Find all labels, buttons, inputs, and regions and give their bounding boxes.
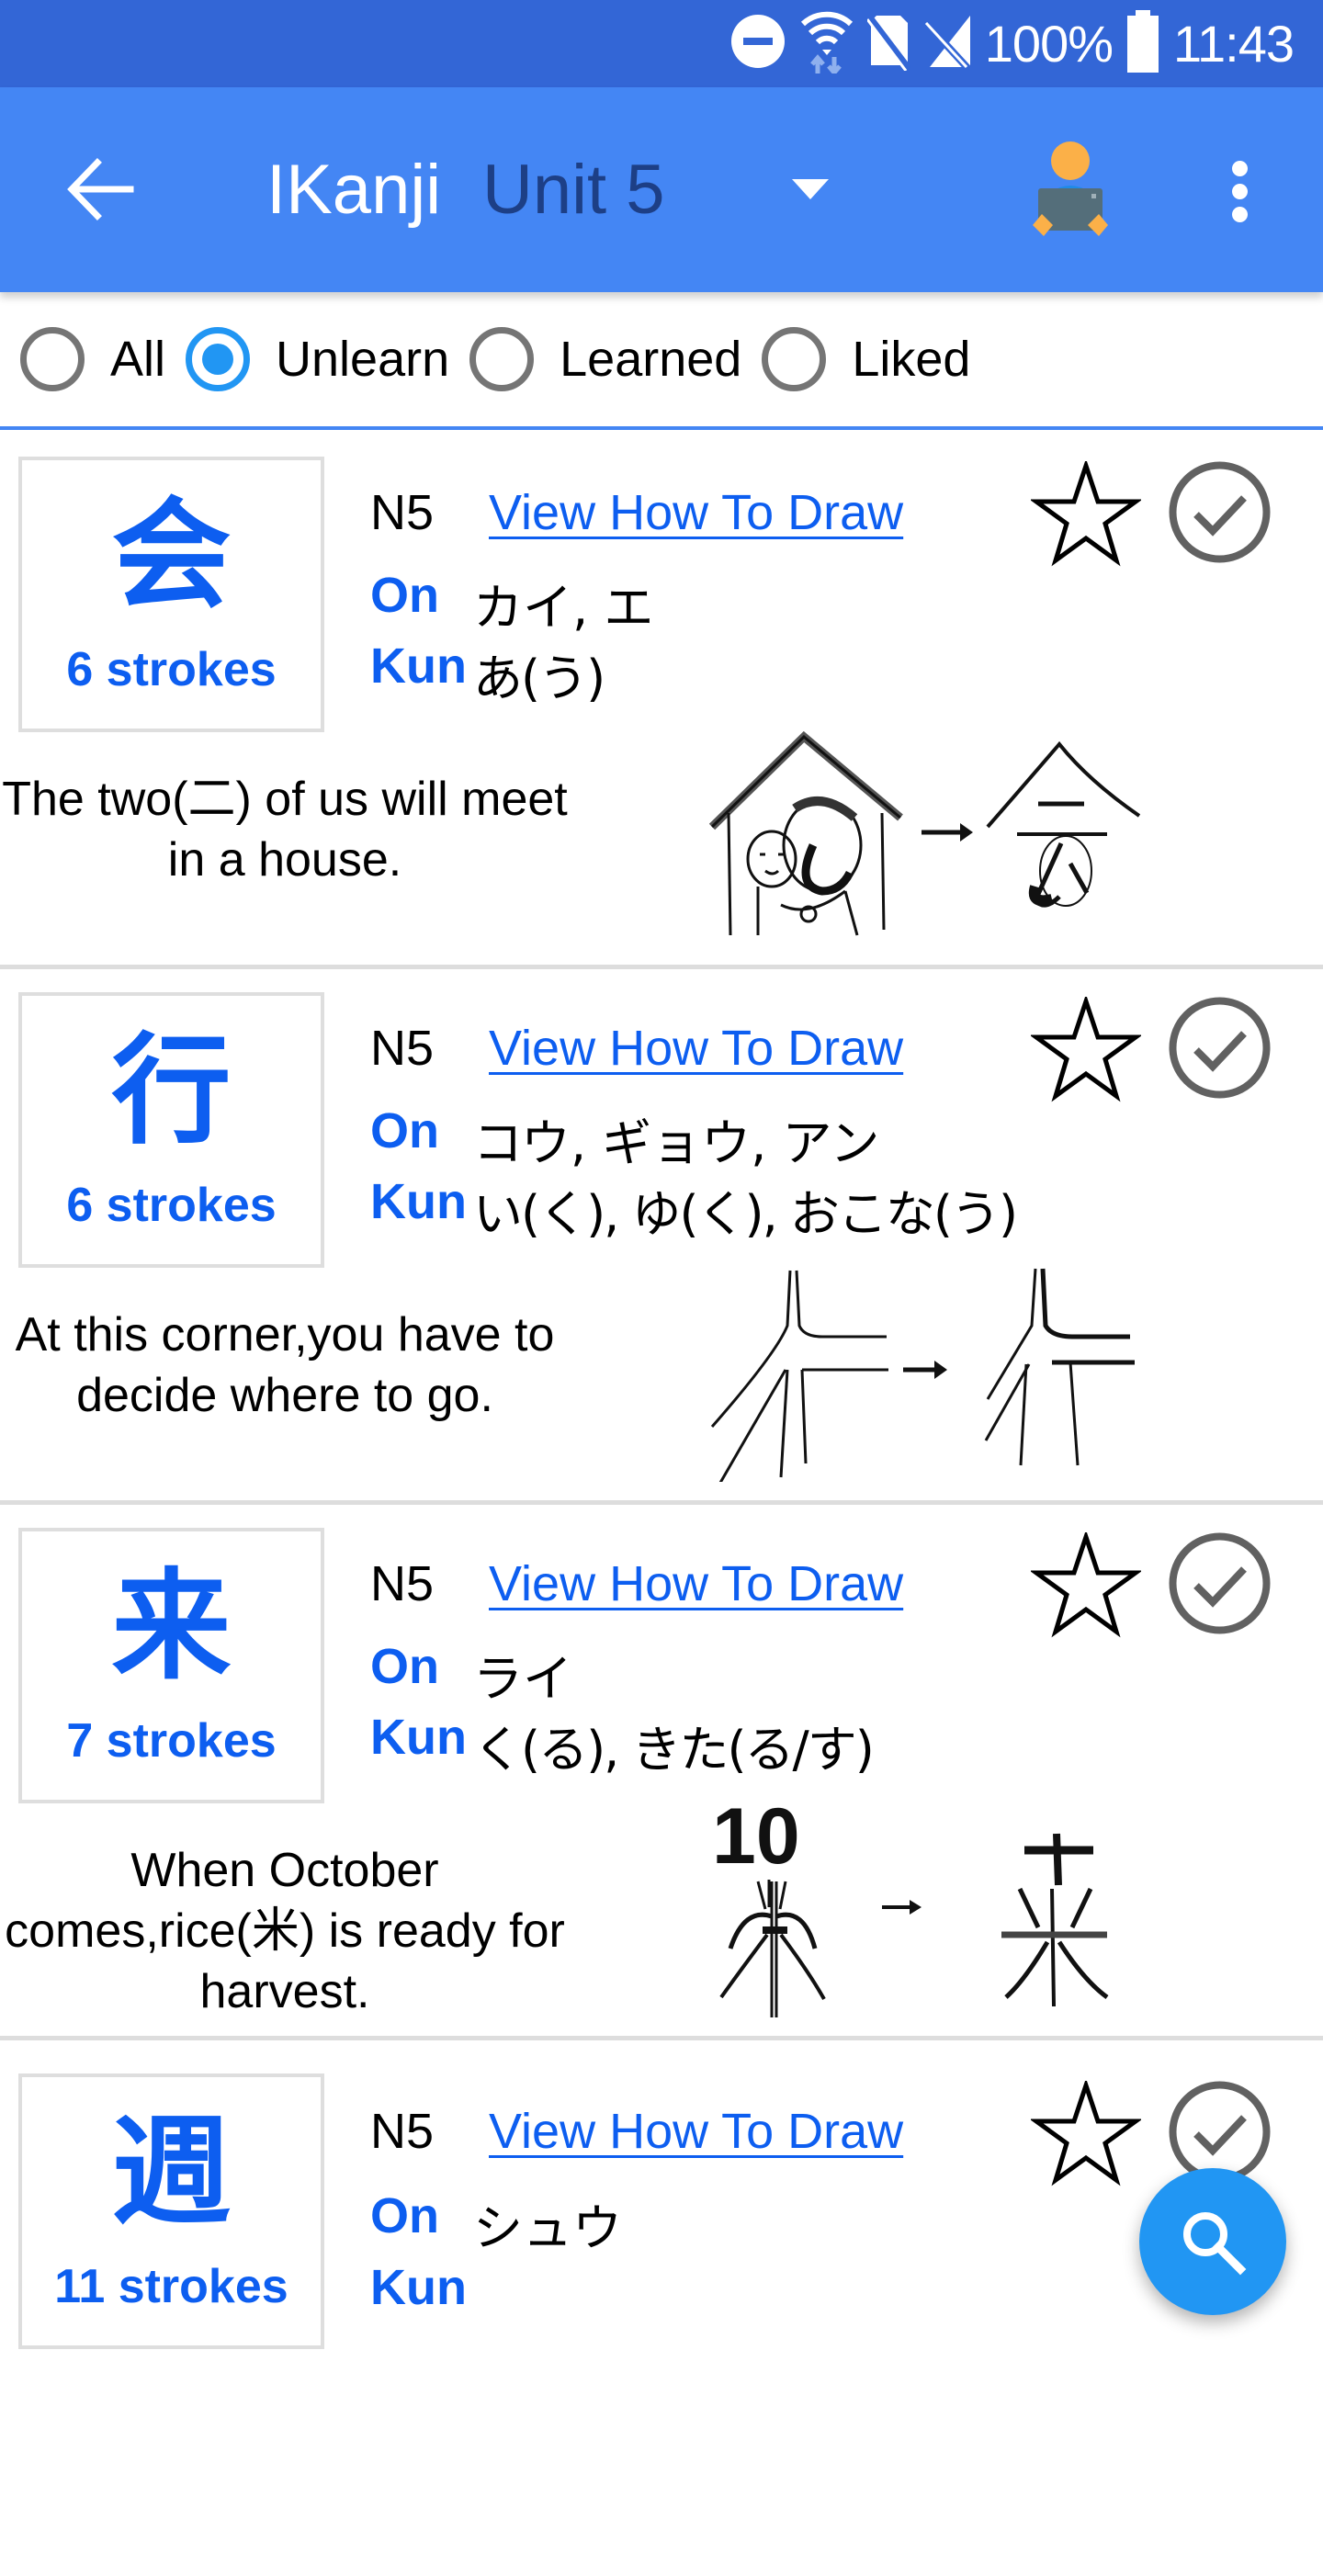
radio-label: Learned	[560, 332, 742, 387]
profile-button[interactable]	[1031, 141, 1110, 242]
filter-unlearn[interactable]: Unlearn	[186, 327, 449, 391]
like-button[interactable]	[1029, 1530, 1143, 1638]
like-button[interactable]	[1029, 458, 1143, 567]
like-button[interactable]	[1029, 2078, 1143, 2186]
jlpt-level: N5	[370, 1556, 435, 1611]
star-outline-icon	[1029, 2078, 1143, 2186]
wifi-data-icon	[799, 9, 854, 78]
back-button[interactable]	[64, 157, 138, 221]
more-vertical-icon	[1232, 161, 1248, 176]
check-circle-icon	[1169, 997, 1271, 1099]
kanji-box[interactable]: 来 7 strokes	[18, 1528, 324, 1803]
mnemonic-text: At this corner,you have to decide where …	[15, 1308, 555, 1422]
crossroads-to-kanji-illustration	[694, 1261, 1153, 1501]
kanji-character: 会	[111, 485, 232, 625]
battery-percent: 100%	[984, 15, 1114, 73]
mnemonic-text: When October comes,rice(米) is ready for …	[5, 1844, 565, 2018]
stroke-count: 7 strokes	[66, 1714, 277, 1768]
radio-label: Liked	[852, 332, 971, 387]
status-icons: 100% 11:43	[729, 0, 1295, 87]
on-reading: ライ	[473, 1650, 572, 1708]
on-reading: コウ, ギョウ, アン	[473, 1114, 880, 1172]
kanji-list: 会 6 strokes N5 View How To Draw On カイ, エ…	[0, 434, 1323, 2576]
radio-button[interactable]	[762, 327, 827, 391]
filter-radio-group: All Unlearn Learned Liked	[0, 292, 1323, 430]
triangle-down-icon[interactable]	[792, 179, 829, 199]
kun-reading-label: Kun	[370, 1710, 467, 1765]
filter-learned[interactable]: Learned	[469, 327, 741, 391]
app-toolbar: IKanji Unit 5	[0, 87, 1323, 292]
radio-label: All	[110, 332, 166, 387]
stroke-count: 6 strokes	[66, 643, 277, 696]
kun-reading: く(る), きた(る/す)	[473, 1721, 875, 1779]
on-reading-label: On	[370, 1639, 439, 1694]
kanji-character: 来	[111, 1556, 232, 1696]
house-people-to-kanji-illustration	[694, 726, 1153, 946]
mark-learned-button[interactable]	[1167, 459, 1272, 565]
kanji-box[interactable]: 会 6 strokes	[18, 457, 324, 732]
kanji-character: 行	[111, 1021, 232, 1160]
stroke-count: 11 strokes	[54, 2260, 288, 2313]
clock: 11:43	[1173, 15, 1295, 73]
radio-button[interactable]	[469, 327, 535, 391]
kanji-character: 週	[111, 2102, 232, 2242]
rice-sheaf-to-kanji-illustration: 10	[694, 1792, 1153, 2017]
kanji-box[interactable]: 行 6 strokes	[18, 992, 324, 1268]
star-outline-icon	[1029, 994, 1143, 1102]
reading-person-icon	[1033, 141, 1108, 236]
view-how-to-draw-link[interactable]: View How To Draw	[489, 1020, 903, 1077]
kun-reading-label: Kun	[370, 638, 467, 694]
star-outline-icon	[1029, 458, 1143, 567]
radio-label: Unlearn	[276, 332, 450, 387]
kun-reading-label: Kun	[370, 2260, 467, 2315]
radio-button[interactable]	[20, 327, 85, 391]
kanji-card[interactable]: 会 6 strokes N5 View How To Draw On カイ, エ…	[0, 434, 1323, 969]
jlpt-level: N5	[370, 1021, 435, 1076]
view-how-to-draw-link[interactable]: View How To Draw	[489, 1555, 903, 1612]
mark-learned-button[interactable]	[1167, 1531, 1272, 1636]
no-sim-icon	[865, 12, 912, 75]
battery-full-icon	[1125, 10, 1160, 77]
unit-selector[interactable]: Unit 5	[482, 150, 665, 230]
kanji-box[interactable]: 週 11 strokes	[18, 2073, 324, 2349]
on-reading: シュウ	[473, 2199, 622, 2257]
jlpt-level: N5	[370, 485, 435, 540]
kun-reading: い(く), ゆ(く), おこな(う)	[473, 1185, 1018, 1243]
more-options-button[interactable]	[1222, 157, 1259, 227]
check-circle-icon	[1169, 461, 1271, 563]
like-button[interactable]	[1029, 994, 1143, 1102]
kun-reading: あ(う)	[473, 650, 605, 707]
star-outline-icon	[1029, 1530, 1143, 1638]
stroke-count: 6 strokes	[66, 1179, 277, 1232]
on-reading: カイ, エ	[473, 579, 654, 637]
view-how-to-draw-link[interactable]: View How To Draw	[489, 2103, 903, 2160]
kun-reading-label: Kun	[370, 1174, 467, 1229]
filter-liked[interactable]: Liked	[762, 327, 970, 391]
do-not-disturb-icon	[729, 13, 786, 74]
filter-all[interactable]: All	[20, 327, 165, 391]
kanji-card[interactable]: 行 6 strokes N5 View How To Draw On コウ, ギ…	[0, 969, 1323, 1505]
jlpt-level: N5	[370, 2104, 435, 2159]
on-reading-label: On	[370, 1103, 439, 1158]
on-reading-label: On	[370, 2188, 439, 2243]
mnemonic-text: The two(二) of us will meet in a house.	[2, 773, 568, 887]
illustration-number: 10	[712, 1797, 800, 1881]
check-circle-icon	[1169, 1532, 1271, 1634]
radio-button[interactable]	[186, 327, 251, 391]
mark-learned-button[interactable]	[1167, 995, 1272, 1101]
view-how-to-draw-link[interactable]: View How To Draw	[489, 484, 903, 541]
kanji-card[interactable]: 週 11 strokes N5 View How To Draw On シュウ …	[0, 2040, 1323, 2576]
search-icon	[1183, 2212, 1247, 2276]
status-bar: 100% 11:43	[0, 0, 1323, 87]
arrow-back-icon	[67, 158, 134, 220]
on-reading-label: On	[370, 568, 439, 623]
search-fab[interactable]	[1139, 2168, 1286, 2315]
kanji-card[interactable]: 来 7 strokes N5 View How To Draw On ライ Ku…	[0, 1505, 1323, 2040]
no-signal-icon	[924, 14, 972, 73]
app-title: IKanji	[266, 151, 442, 229]
